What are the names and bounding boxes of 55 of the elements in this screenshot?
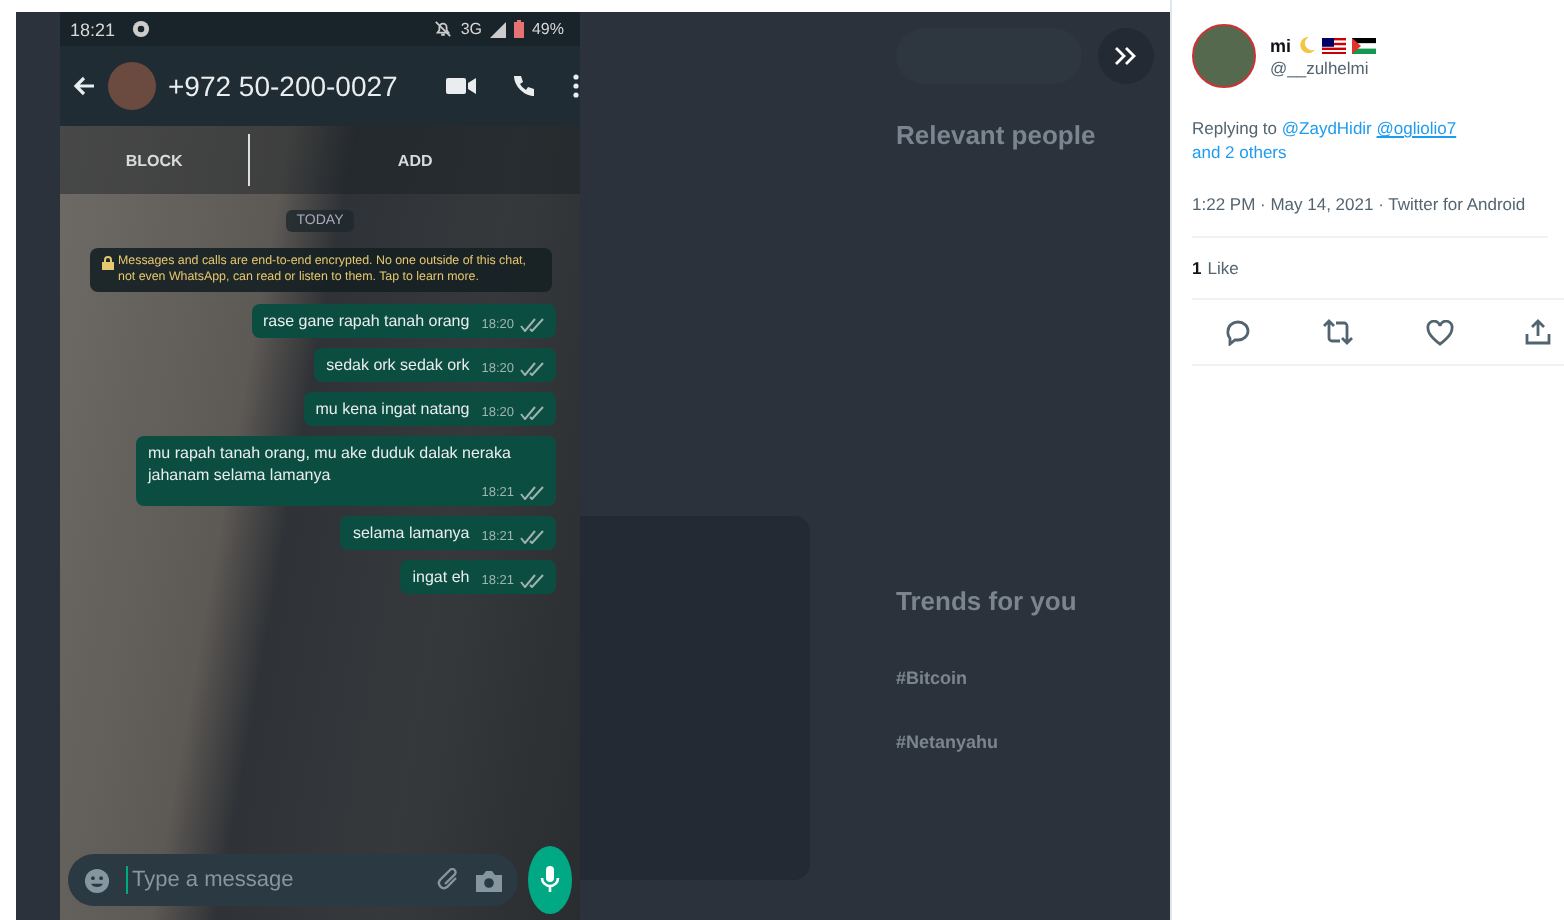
double-check-icon bbox=[520, 574, 544, 588]
double-check-icon bbox=[520, 318, 544, 332]
clock-time: 18:21 bbox=[70, 19, 116, 39]
message-text: selama lamanya bbox=[352, 522, 470, 544]
battery-icon bbox=[513, 20, 524, 38]
smiley-icon[interactable] bbox=[84, 867, 110, 893]
reply-icon[interactable] bbox=[1224, 318, 1252, 346]
double-check-icon bbox=[520, 486, 544, 500]
tweet-timestamp: 1:22 PM · May 14, 2021 · Twitter for Android bbox=[1192, 192, 1548, 238]
trend-tag[interactable]: #Bitcoin bbox=[896, 668, 1154, 688]
share-icon[interactable] bbox=[1523, 318, 1552, 346]
circle-icon bbox=[131, 20, 150, 38]
video-camera-icon[interactable] bbox=[445, 76, 476, 96]
heart-icon[interactable] bbox=[1425, 319, 1454, 345]
reply-context: Replying to @ZaydHidir @ogliolio7 and 2 others bbox=[1192, 116, 1459, 164]
double-check-icon bbox=[520, 406, 544, 420]
section-title: Trends for you bbox=[896, 586, 1079, 616]
microphone-icon bbox=[540, 866, 560, 894]
expand-button[interactable] bbox=[1098, 28, 1154, 84]
more-menu-icon[interactable] bbox=[571, 74, 580, 98]
crescent-moon-icon bbox=[1297, 36, 1316, 54]
message-input[interactable]: Type a message bbox=[126, 866, 420, 894]
like-count: 1 bbox=[1192, 258, 1202, 278]
network-label: 3G bbox=[460, 20, 482, 38]
battery-level: 49% bbox=[531, 20, 564, 38]
camera-icon[interactable] bbox=[476, 869, 502, 891]
retweet-icon[interactable] bbox=[1322, 318, 1355, 346]
section-title: Relevant people bbox=[896, 120, 1098, 150]
like-label: Like bbox=[1207, 258, 1239, 278]
phone-icon[interactable] bbox=[511, 74, 536, 98]
message-text: mu rapah tanah orang, mu ake duduk dalak neraka jahanam selama lamanya bbox=[148, 442, 513, 486]
double-chevron-icon bbox=[1114, 46, 1138, 66]
profile-avatar[interactable] bbox=[1192, 24, 1256, 88]
flag-icon bbox=[1321, 37, 1346, 53]
message-text: rase gane rapah tanah orang bbox=[263, 310, 470, 332]
user-handle[interactable]: @__zulhelmi bbox=[1270, 57, 1376, 77]
muted-bell-icon bbox=[434, 20, 453, 38]
mention-link[interactable]: @ZaydHidir bbox=[1281, 118, 1372, 138]
action-button[interactable]: BLOCK bbox=[60, 151, 249, 169]
message-text: mu kena ingat natang bbox=[315, 398, 470, 420]
lock-icon bbox=[102, 256, 114, 270]
double-check-icon bbox=[520, 530, 544, 544]
back-arrow-icon[interactable] bbox=[72, 74, 96, 98]
action-button[interactable]: ADD bbox=[250, 151, 580, 169]
trend-tag[interactable]: #Netanyahu bbox=[896, 732, 1154, 752]
contact-name[interactable]: +972 50-200-0027 bbox=[168, 70, 398, 102]
message-text: sedak ork sedak ork bbox=[326, 354, 470, 376]
paperclip-icon[interactable] bbox=[436, 868, 460, 892]
message-bar[interactable]: Type a message bbox=[68, 854, 518, 906]
microphone-button[interactable] bbox=[528, 846, 572, 914]
flag-icon bbox=[1351, 37, 1376, 53]
message-text: ingat eh bbox=[412, 566, 470, 588]
user-name[interactable]: mi bbox=[1270, 35, 1292, 55]
double-check-icon bbox=[520, 362, 544, 376]
signal-icon bbox=[489, 21, 506, 37]
